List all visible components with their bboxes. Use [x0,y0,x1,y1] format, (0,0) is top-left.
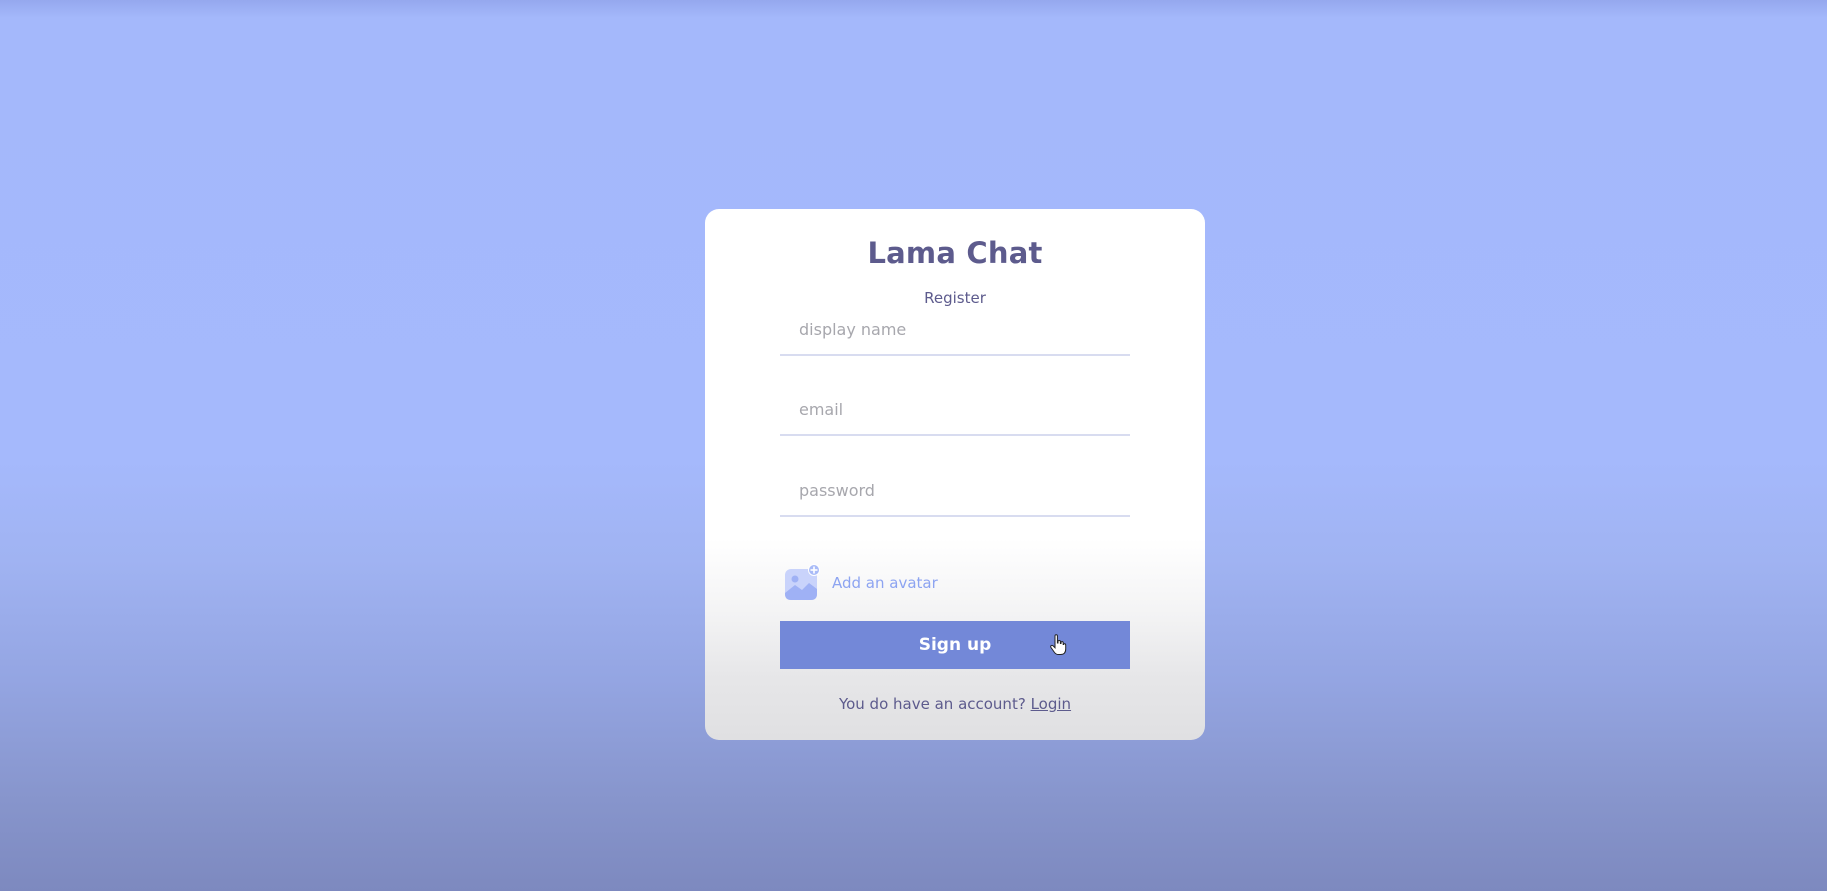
sign-up-button[interactable]: Sign up [780,621,1130,669]
email-input[interactable] [780,384,1130,436]
image-add-icon [785,564,820,600]
app-logo-title: Lama Chat [867,236,1043,270]
add-avatar-label: Add an avatar [832,574,938,592]
password-input[interactable] [780,465,1130,517]
login-prompt-text: You do have an account? [838,695,1026,713]
register-card: Lama Chat Register Add an avatar Sign up… [705,209,1205,740]
add-avatar-button[interactable]: Add an avatar [782,563,938,603]
display-name-input[interactable] [780,304,1130,356]
login-prompt: You do have an account? Login [705,695,1205,713]
login-link[interactable]: Login [1031,695,1071,713]
